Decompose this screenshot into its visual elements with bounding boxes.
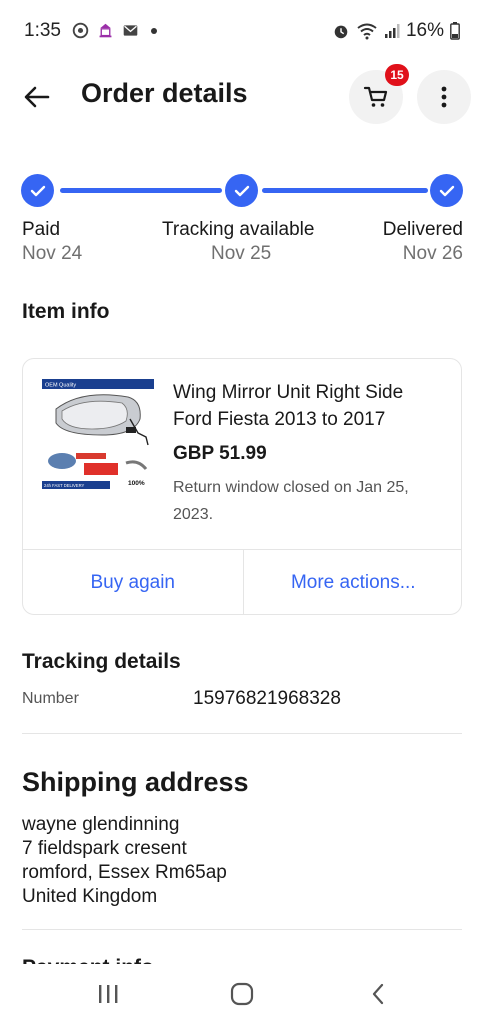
chevron-left-icon bbox=[372, 983, 384, 1005]
back-arrow-icon bbox=[24, 86, 50, 108]
overflow-menu-button[interactable] bbox=[417, 70, 471, 124]
progress-line-2 bbox=[262, 188, 428, 193]
divider bbox=[22, 733, 462, 734]
notification-icons bbox=[72, 22, 157, 39]
more-vertical-icon bbox=[441, 86, 447, 108]
divider bbox=[22, 929, 462, 930]
home-button[interactable] bbox=[224, 978, 260, 1010]
address-name: wayne glendinning bbox=[22, 814, 180, 835]
step-date-delivered: Nov 26 bbox=[402, 243, 463, 264]
progress-line-1 bbox=[60, 188, 222, 193]
thumb-top-banner: OEM Quality bbox=[45, 383, 76, 389]
thumb-bottom-banner: 24h FAST DELIVERY bbox=[44, 483, 85, 488]
step-label-tracking: Tracking available bbox=[162, 219, 315, 240]
system-status: 16% bbox=[332, 20, 460, 42]
address-city: romford, Essex Rm65ap bbox=[22, 862, 227, 883]
checkmark-icon bbox=[234, 185, 249, 196]
shipping-address: wayne glendinning 7 fieldspark cresent r… bbox=[22, 813, 227, 909]
app-bar: Order details 15 bbox=[0, 62, 484, 130]
battery-percent: 16% bbox=[405, 20, 444, 41]
checkmark-icon bbox=[439, 185, 454, 196]
tracking-details-title: Tracking details bbox=[22, 650, 181, 673]
item-thumbnail[interactable]: OEM Quality 24h FAST DELIVERY 100% bbox=[42, 379, 154, 491]
cart-icon bbox=[363, 86, 388, 107]
address-country: United Kingdom bbox=[22, 886, 158, 907]
back-button[interactable] bbox=[20, 80, 54, 114]
item-card: OEM Quality 24h FAST DELIVERY 100% Wing … bbox=[22, 358, 462, 615]
tracking-number-value[interactable]: 15976821968328 bbox=[193, 688, 341, 710]
address-street: 7 fieldspark cresent bbox=[22, 838, 187, 859]
item-title[interactable]: Wing Mirror Unit Right Side Ford Fiesta … bbox=[173, 379, 443, 433]
recent-apps-icon bbox=[99, 985, 118, 1003]
battery-icon bbox=[450, 22, 460, 40]
tracking-number-label: Number bbox=[22, 690, 79, 707]
system-nav-bar bbox=[0, 964, 484, 1024]
item-actions: Buy again More actions... bbox=[23, 549, 462, 614]
step-date-paid: Nov 24 bbox=[22, 243, 83, 264]
step-tracking-check bbox=[225, 174, 258, 207]
payment-info-title: Payment info bbox=[22, 956, 222, 964]
return-window-note: Return window closed on Jan 25, 2023. bbox=[173, 479, 409, 523]
buy-again-button[interactable]: Buy again bbox=[23, 550, 243, 614]
shipping-address-title: Shipping address bbox=[22, 767, 249, 797]
wifi-icon bbox=[357, 23, 377, 40]
thumb-percent: 100% bbox=[128, 480, 145, 487]
dot-icon bbox=[151, 27, 157, 34]
recent-apps-button[interactable] bbox=[90, 978, 126, 1010]
mail-icon bbox=[123, 25, 138, 36]
order-progress-tracker: Paid Nov 24 Tracking available Nov 25 De… bbox=[0, 172, 484, 272]
item-info-title: Item info bbox=[22, 300, 110, 323]
step-label-delivered: Delivered bbox=[382, 219, 463, 240]
cart-count-badge: 15 bbox=[385, 64, 409, 86]
chrome-icon bbox=[72, 22, 89, 39]
step-label-paid: Paid bbox=[22, 219, 61, 240]
step-paid-check bbox=[21, 174, 54, 207]
status-bar: 1:35 16% bbox=[0, 0, 484, 62]
alarm-icon bbox=[334, 25, 348, 39]
temple-icon bbox=[99, 23, 112, 38]
checkmark-icon bbox=[30, 185, 45, 196]
more-actions-button[interactable]: More actions... bbox=[242, 550, 462, 614]
page-title: Order details bbox=[81, 78, 248, 108]
wing-mirror-image: OEM Quality 24h FAST DELIVERY 100% bbox=[42, 379, 154, 489]
item-price: GBP 51.99 bbox=[173, 443, 267, 464]
home-icon bbox=[230, 982, 254, 1006]
status-time: 1:35 bbox=[24, 20, 61, 41]
step-date-tracking: Nov 25 bbox=[211, 243, 272, 264]
signal-icon bbox=[384, 24, 400, 38]
system-back-button[interactable] bbox=[360, 978, 396, 1010]
step-delivered-check bbox=[430, 174, 463, 207]
